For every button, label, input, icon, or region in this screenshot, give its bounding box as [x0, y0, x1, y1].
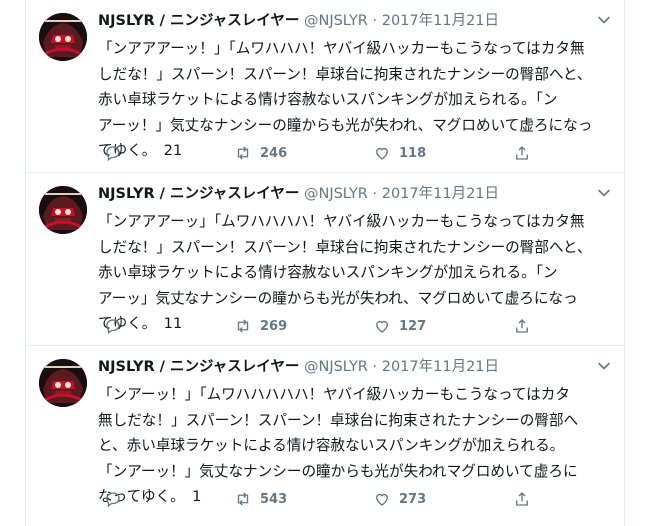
- retweet-icon: [237, 146, 249, 160]
- heart-icon: [376, 320, 388, 333]
- ninja-slayer-avatar-icon: [39, 359, 87, 407]
- tweet-header: NJSLYR / ニンジャスレイヤー @NJSLYR · 2017年11月21日: [98, 10, 612, 32]
- tweet-date[interactable]: 2017年11月21日: [382, 186, 499, 202]
- like-count: 127: [399, 318, 427, 334]
- tweet-text-line: 赤い卓球ラケットによる情け容赦ないスパンキングが加えられる。「ン: [98, 91, 558, 108]
- like-button[interactable]: 273: [373, 487, 426, 511]
- reply-icon: [106, 319, 120, 335]
- tweet-text-line: 「ンアーッ！」「ムワハハハハハ！ヤバイ級ハッカーもこうなってはカタ: [98, 386, 570, 403]
- author-handle[interactable]: @NJSLYR: [304, 359, 368, 375]
- share-button[interactable]: [513, 141, 539, 165]
- retweet-button[interactable]: 543: [234, 487, 287, 511]
- retweet-count: 543: [260, 491, 288, 507]
- avatar[interactable]: [39, 13, 87, 61]
- author-name[interactable]: NJSLYR / ニンジャスレイヤー: [98, 359, 299, 375]
- chevron-down-icon[interactable]: [596, 185, 612, 201]
- tweet-actions: 269 127: [104, 314, 554, 338]
- heart-icon: [376, 493, 388, 506]
- heart-icon: [376, 147, 388, 160]
- retweet-button[interactable]: 246: [234, 141, 287, 165]
- retweet-count: 269: [260, 318, 288, 334]
- like-count: 273: [399, 491, 427, 507]
- reply-button[interactable]: [104, 314, 130, 338]
- like-button[interactable]: 127: [373, 314, 426, 338]
- tweet-text-line: 「ンアアアーッ」「ムワハハハハ！ヤバイ級ハッカーもこうなってはカタ無: [98, 213, 585, 230]
- share-icon: [516, 319, 528, 333]
- timeline: NJSLYR / ニンジャスレイヤー @NJSLYR · 2017年11月21日…: [25, 0, 625, 526]
- tweet-text-line: アーッ！」気丈なナンシーの瞳からも光が失われ、マグロめいて虚ろになっ: [98, 116, 593, 134]
- avatar[interactable]: [39, 359, 87, 407]
- retweet-count: 246: [260, 145, 288, 161]
- tweet-date[interactable]: 2017年11月21日: [382, 359, 499, 375]
- tweet-actions: 543 273: [104, 487, 554, 511]
- reply-button[interactable]: [104, 487, 130, 511]
- tweet[interactable]: NJSLYR / ニンジャスレイヤー @NJSLYR · 2017年11月21日…: [26, 0, 624, 173]
- avatar[interactable]: [39, 186, 87, 234]
- tweet-text-line: 「ンアーッ！」気丈なナンシーの瞳からも光が失われマグロめいて虚ろに: [98, 462, 578, 480]
- separator: ·: [372, 359, 378, 375]
- author-handle[interactable]: @NJSLYR: [304, 186, 368, 202]
- tweet-text-line: 無しだな！」スパーン！スパーン！卓球台に拘束されたナンシーの臀部へ: [98, 411, 579, 429]
- retweet-button[interactable]: 269: [234, 314, 287, 338]
- separator: ·: [372, 186, 378, 202]
- share-icon: [516, 146, 528, 160]
- tweet-header: NJSLYR / ニンジャスレイヤー @NJSLYR · 2017年11月21日: [98, 183, 612, 205]
- author-name[interactable]: NJSLYR / ニンジャスレイヤー: [98, 13, 299, 29]
- reply-icon: [106, 146, 120, 162]
- tweet[interactable]: NJSLYR / ニンジャスレイヤー @NJSLYR · 2017年11月21日…: [26, 346, 624, 518]
- chevron-down-icon[interactable]: [596, 358, 612, 374]
- tweet[interactable]: NJSLYR / ニンジャスレイヤー @NJSLYR · 2017年11月21日…: [26, 173, 624, 346]
- reply-icon: [106, 492, 120, 508]
- tweet-text-line: と、赤い卓球ラケットによる情け容赦ないスパンキングが加えられる。: [98, 437, 565, 454]
- reply-button[interactable]: [104, 141, 130, 165]
- author-name[interactable]: NJSLYR / ニンジャスレイヤー: [98, 186, 299, 202]
- share-button[interactable]: [513, 314, 539, 338]
- ninja-slayer-avatar-icon: [39, 13, 87, 61]
- ninja-slayer-avatar-icon: [39, 186, 87, 234]
- tweet-text-line: しだな！」スパーン！スパーン！卓球台に拘束されたナンシーの臀部へと、: [98, 238, 592, 256]
- tweet-text-line: 「ンアアアーッ！」「ムワハハハ！ヤバイ級ハッカーもこうなってはカタ無: [98, 40, 585, 57]
- share-button[interactable]: [513, 487, 539, 511]
- tweet-text-line: アーッ」気丈なナンシーの瞳からも光が失われ、マグロめいて虚ろになっ: [98, 289, 578, 307]
- tweet-header: NJSLYR / ニンジャスレイヤー @NJSLYR · 2017年11月21日: [98, 356, 612, 378]
- retweet-icon: [237, 492, 249, 506]
- chevron-down-icon[interactable]: [596, 12, 612, 28]
- share-icon: [516, 492, 528, 506]
- tweet-text-line: 赤い卓球ラケットによる情け容赦ないスパンキングが加えられる。「ン: [98, 264, 558, 281]
- separator: ·: [372, 13, 378, 29]
- like-button[interactable]: 118: [373, 141, 426, 165]
- retweet-icon: [237, 319, 249, 333]
- like-count: 118: [399, 145, 427, 161]
- tweet-text-line: しだな！」スパーン！スパーン！卓球台に拘束されたナンシーの臀部へと、: [98, 65, 592, 83]
- author-handle[interactable]: @NJSLYR: [304, 13, 368, 29]
- tweet-date[interactable]: 2017年11月21日: [382, 13, 499, 29]
- tweet-actions: 246 118: [104, 141, 554, 165]
